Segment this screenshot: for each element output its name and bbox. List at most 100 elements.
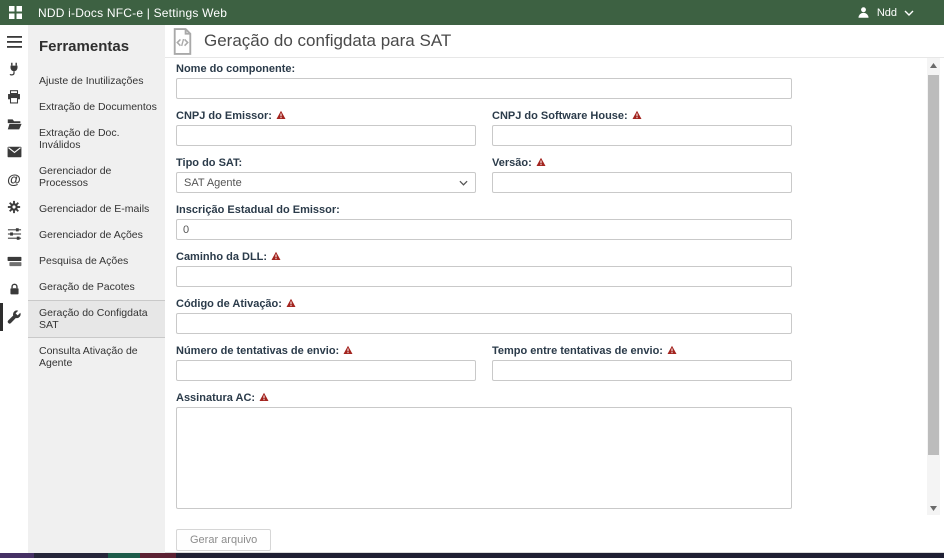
nav-lock-button[interactable] bbox=[0, 276, 28, 304]
user-menu[interactable]: Ndd bbox=[857, 6, 944, 19]
nav-menu-button[interactable] bbox=[0, 28, 28, 56]
nav-sliders-button[interactable] bbox=[0, 221, 28, 249]
cnpj-software-house-input[interactable] bbox=[492, 125, 792, 146]
select-chevron-icon bbox=[459, 180, 468, 186]
sidebar-item-geracao-configdata-sat[interactable]: Geração do Configdata SAT bbox=[28, 300, 165, 338]
field-tipo-sat: Tipo do SAT: SAT Agente bbox=[176, 157, 476, 193]
sidebar-item-ajuste-inutilizacoes[interactable]: Ajuste de Inutilizações bbox=[28, 68, 165, 94]
field-inscricao-estadual: Inscrição Estadual do Emissor: bbox=[176, 204, 792, 240]
envelope-icon bbox=[7, 146, 22, 158]
form-scroll-area: Nome do componente: CNPJ do Emissor: CNP… bbox=[165, 58, 925, 515]
strip-segment bbox=[0, 553, 34, 558]
sidebar-item-geracao-pacotes[interactable]: Geração de Pacotes bbox=[28, 274, 165, 300]
versao-input[interactable] bbox=[492, 172, 792, 193]
inscricao-estadual-input[interactable] bbox=[176, 219, 792, 240]
plug-icon bbox=[7, 62, 21, 77]
strip-segment bbox=[108, 553, 140, 558]
nome-componente-input[interactable] bbox=[176, 78, 792, 99]
field-versao: Versão: bbox=[492, 157, 792, 193]
taskbar-edge-strip bbox=[0, 553, 944, 558]
required-warning-icon bbox=[286, 298, 296, 308]
folder-open-icon bbox=[7, 117, 22, 131]
field-codigo-ativacao: Código de Ativação: bbox=[176, 298, 792, 334]
required-warning-icon bbox=[343, 345, 353, 355]
field-label: CNPJ do Emissor: bbox=[176, 110, 476, 122]
app-title: NDD i-Docs NFC-e | Settings Web bbox=[38, 6, 227, 20]
nav-server-button[interactable] bbox=[0, 248, 28, 276]
caminho-dll-input[interactable] bbox=[176, 266, 792, 287]
field-label: Código de Ativação: bbox=[176, 298, 792, 310]
scrollbar-up-button[interactable] bbox=[927, 58, 940, 72]
tipo-sat-select[interactable]: SAT Agente bbox=[176, 172, 476, 193]
nav-tools-button[interactable] bbox=[0, 303, 28, 331]
nav-settings-button[interactable] bbox=[0, 193, 28, 221]
main-content: Geração do configdata para SAT Nome do c… bbox=[165, 25, 944, 553]
field-label: Versão: bbox=[492, 157, 792, 169]
vertical-scrollbar[interactable] bbox=[927, 58, 940, 515]
app-launcher-button[interactable] bbox=[0, 0, 30, 25]
sidebar-item-pesquisa-acoes[interactable]: Pesquisa de Ações bbox=[28, 248, 165, 274]
field-label: Número de tentativas de envio: bbox=[176, 345, 476, 357]
lock-icon bbox=[8, 282, 21, 296]
scrollbar-down-button[interactable] bbox=[927, 501, 940, 515]
gerar-arquivo-button[interactable]: Gerar arquivo bbox=[176, 529, 271, 551]
strip-segment bbox=[34, 553, 108, 558]
sidebar-title: Ferramentas bbox=[28, 25, 165, 55]
chevron-down-icon bbox=[904, 10, 914, 16]
scrollbar-thumb[interactable] bbox=[928, 75, 939, 455]
strip-segment bbox=[176, 553, 944, 558]
user-icon bbox=[857, 6, 870, 19]
page-title: Geração do configdata para SAT bbox=[204, 31, 451, 51]
wrench-icon bbox=[7, 310, 21, 324]
sidebar-item-extracao-doc-invalidos[interactable]: Extração de Doc. Inválidos bbox=[28, 120, 165, 158]
assinatura-ac-textarea[interactable] bbox=[176, 407, 792, 509]
user-name: Ndd bbox=[877, 7, 897, 19]
sidebar-item-gerenciador-emails[interactable]: Gerenciador de E-mails bbox=[28, 196, 165, 222]
row-tipo-versao: Tipo do SAT: SAT Agente Versão: bbox=[176, 157, 792, 193]
nav-icon-rail: @ bbox=[0, 25, 28, 553]
sliders-icon bbox=[7, 227, 22, 241]
field-label: Nome do componente: bbox=[176, 63, 792, 75]
row-tentativas: Número de tentativas de envio: Tempo ent… bbox=[176, 345, 792, 381]
server-icon bbox=[7, 256, 22, 268]
nav-email-button[interactable] bbox=[0, 138, 28, 166]
strip-segment bbox=[140, 553, 176, 558]
required-warning-icon bbox=[259, 392, 269, 402]
top-app-bar: NDD i-Docs NFC-e | Settings Web Ndd bbox=[0, 0, 944, 25]
grid-icon bbox=[9, 6, 22, 19]
field-tempo-tentativas: Tempo entre tentativas de envio: bbox=[492, 345, 792, 381]
printer-icon bbox=[7, 90, 21, 104]
field-label: CNPJ do Software House: bbox=[492, 110, 792, 122]
required-warning-icon bbox=[271, 251, 281, 261]
nav-plug-button[interactable] bbox=[0, 56, 28, 84]
field-label: Assinatura AC: bbox=[176, 392, 792, 404]
tools-sidebar: Ferramentas Ajuste de Inutilizações Extr… bbox=[28, 25, 165, 553]
codigo-ativacao-input[interactable] bbox=[176, 313, 792, 334]
page-header: Geração do configdata para SAT bbox=[165, 25, 944, 58]
nav-printer-button[interactable] bbox=[0, 83, 28, 111]
field-label: Tempo entre tentativas de envio: bbox=[492, 345, 792, 357]
tempo-tentativas-input[interactable] bbox=[492, 360, 792, 381]
nav-folder-button[interactable] bbox=[0, 111, 28, 139]
field-caminho-dll: Caminho da DLL: bbox=[176, 251, 792, 287]
tipo-sat-selected-value: SAT Agente bbox=[184, 177, 242, 189]
field-cnpj-emissor: CNPJ do Emissor: bbox=[176, 110, 476, 146]
cnpj-emissor-input[interactable] bbox=[176, 125, 476, 146]
field-numero-tentativas: Número de tentativas de envio: bbox=[176, 345, 476, 381]
nav-at-button[interactable]: @ bbox=[0, 166, 28, 194]
sidebar-item-consulta-ativacao-agente[interactable]: Consulta Ativação de Agente bbox=[28, 338, 165, 376]
field-label: Caminho da DLL: bbox=[176, 251, 792, 263]
field-nome-componente: Nome do componente: bbox=[176, 63, 792, 99]
field-cnpj-software-house: CNPJ do Software House: bbox=[492, 110, 792, 146]
required-warning-icon bbox=[536, 157, 546, 167]
numero-tentativas-input[interactable] bbox=[176, 360, 476, 381]
required-warning-icon bbox=[632, 110, 642, 120]
sidebar-item-gerenciador-acoes[interactable]: Gerenciador de Ações bbox=[28, 222, 165, 248]
sidebar-items: Ajuste de Inutilizações Extração de Docu… bbox=[28, 68, 165, 376]
required-warning-icon bbox=[276, 110, 286, 120]
gear-icon bbox=[7, 200, 21, 214]
required-warning-icon bbox=[667, 345, 677, 355]
sidebar-item-extracao-documentos[interactable]: Extração de Documentos bbox=[28, 94, 165, 120]
sidebar-item-gerenciador-processos[interactable]: Gerenciador de Processos bbox=[28, 158, 165, 196]
configdata-form: Nome do componente: CNPJ do Emissor: CNP… bbox=[176, 63, 792, 514]
